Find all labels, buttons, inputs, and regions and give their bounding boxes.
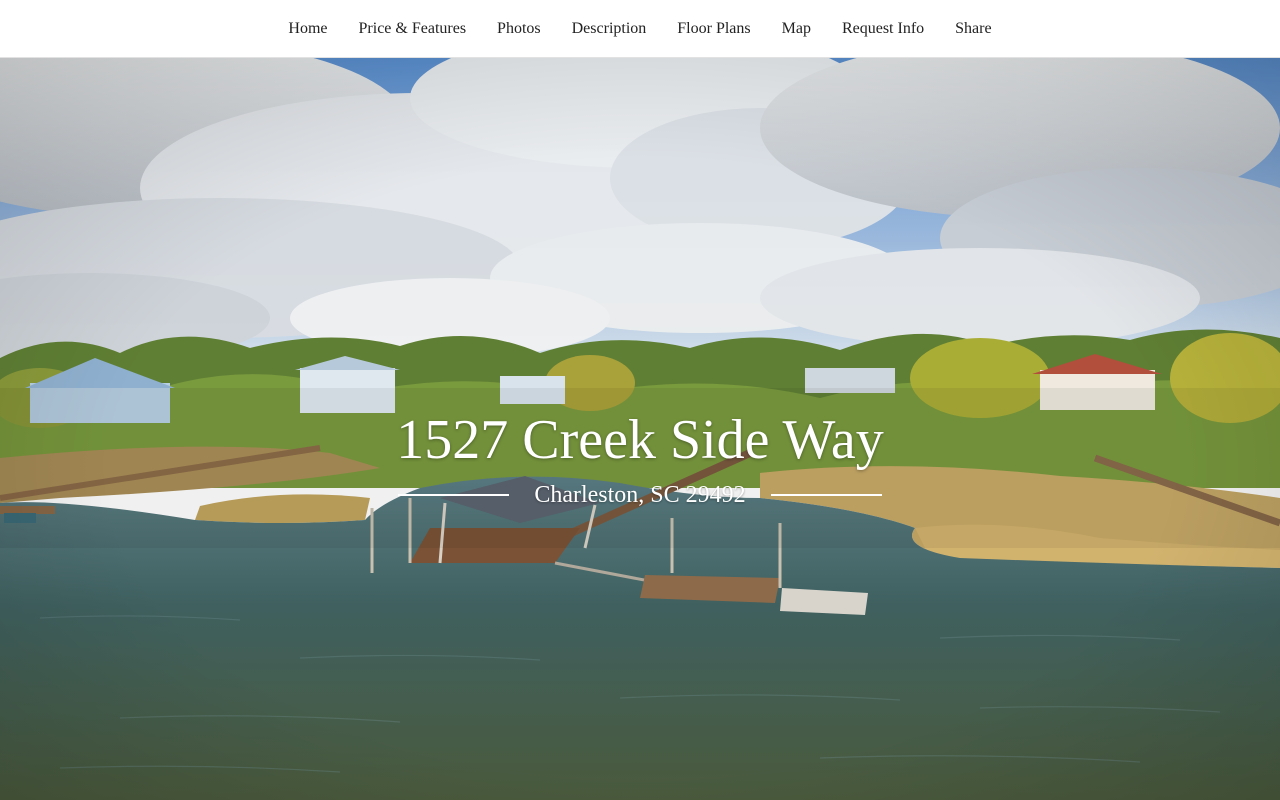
nav-price-features-link[interactable]: Price & Features bbox=[359, 0, 467, 57]
nav-floor-plans-link[interactable]: Floor Plans bbox=[677, 0, 750, 57]
nav-request-info-link[interactable]: Request Info bbox=[842, 0, 924, 57]
left-divider bbox=[398, 494, 510, 496]
property-city-line: Charleston, SC 29492 bbox=[0, 480, 1280, 510]
property-address-title: 1527 Creek Side Way bbox=[396, 409, 884, 471]
nav-share-link[interactable]: Share bbox=[955, 0, 991, 57]
hero-banner: 1527 Creek Side Way Charleston, SC 29492 bbox=[0, 58, 1280, 800]
nav-photos-link[interactable]: Photos bbox=[497, 0, 541, 57]
nav-description-link[interactable]: Description bbox=[572, 0, 647, 57]
right-divider bbox=[770, 494, 882, 496]
nav-map-link[interactable]: Map bbox=[782, 0, 811, 57]
top-navigation: Home Price & Features Photos Description… bbox=[0, 0, 1280, 58]
nav-home-link[interactable]: Home bbox=[288, 0, 327, 57]
property-city-text: Charleston, SC 29492 bbox=[534, 482, 746, 508]
